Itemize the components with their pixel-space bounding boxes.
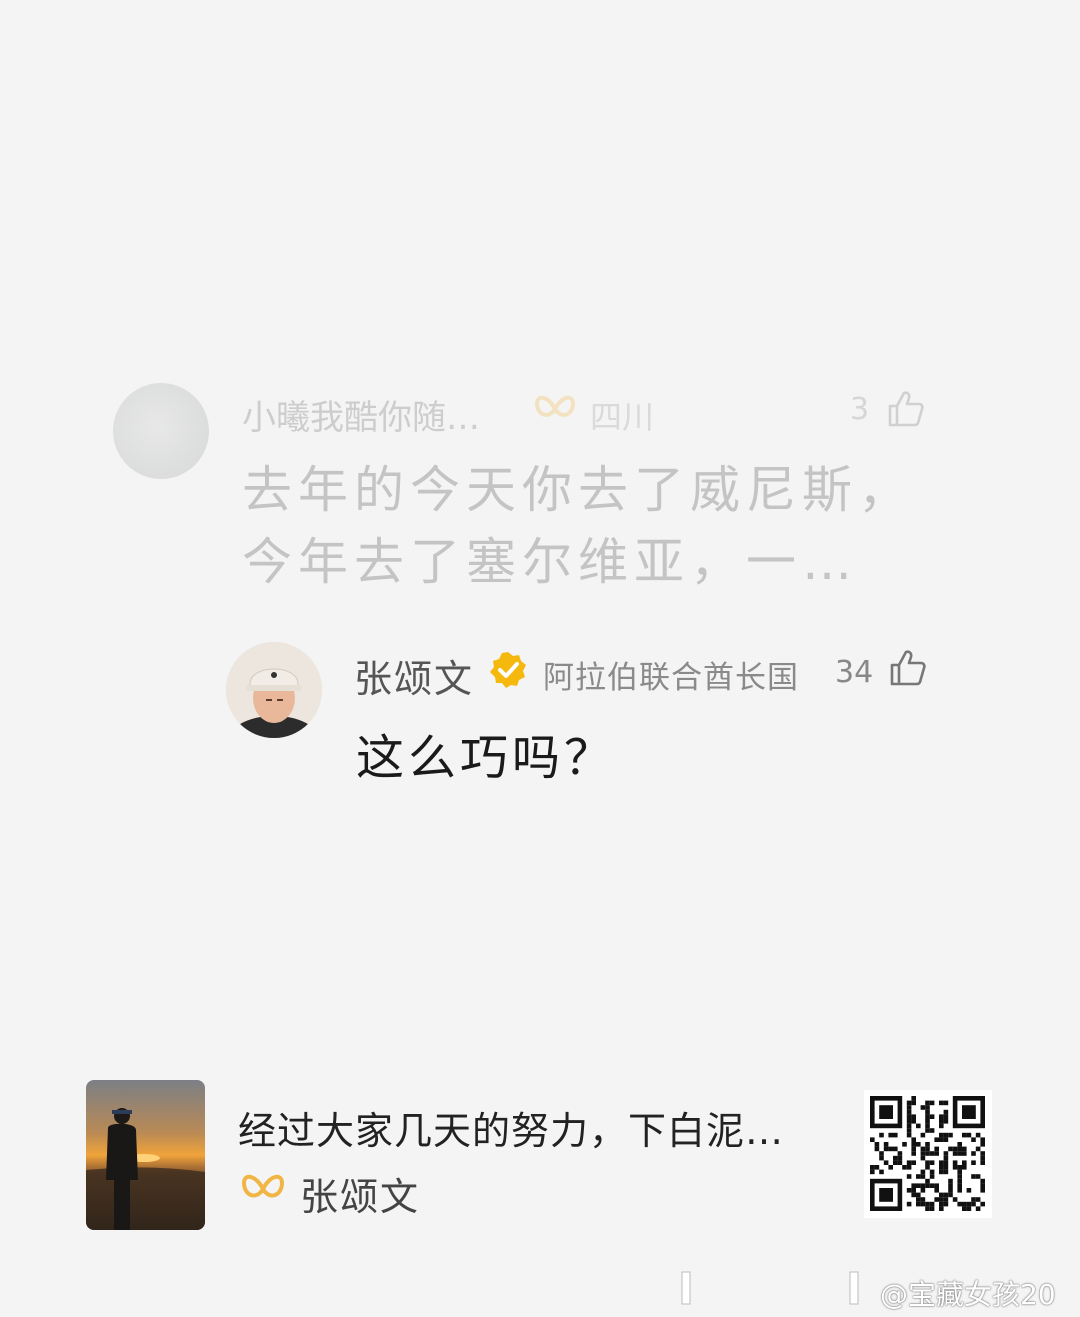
- comment-text: 去年的今天你去了威尼斯，今年去了塞尔维亚，一…: [242, 461, 914, 591]
- reply-location: 阿拉伯联合酋长国: [543, 660, 799, 696]
- avatar[interactable]: [226, 642, 322, 738]
- like-count: 3: [850, 392, 870, 427]
- parent-comment[interactable]: 小曦我酷你随… 四川 3 去年的今天你去了威尼斯，今年去了塞尔维亚，一…: [0, 370, 1080, 600]
- divider-bars: [681, 1271, 859, 1305]
- post-thumbnail[interactable]: [86, 1080, 205, 1230]
- verified-badge-icon: [490, 652, 526, 688]
- qr-code-icon[interactable]: [864, 1090, 992, 1218]
- reply-text: 这么巧吗？: [356, 730, 617, 786]
- avatar[interactable]: [113, 383, 209, 479]
- comment-location: 四川: [590, 398, 655, 436]
- qr-code: [870, 1096, 985, 1211]
- vip-butterfly-icon: [534, 395, 576, 417]
- post-author[interactable]: 张颂文: [300, 1166, 420, 1221]
- comment-username[interactable]: 小曦我酷你随…: [242, 390, 480, 439]
- thumb-up-icon[interactable]: [888, 649, 928, 687]
- thumb-up-icon[interactable]: [886, 390, 926, 428]
- vip-butterfly-icon: [241, 1174, 285, 1198]
- post-title[interactable]: 经过大家几天的努力，下白泥…: [238, 1100, 784, 1155]
- like-count: 34: [835, 655, 874, 690]
- sunset-photo: [86, 1080, 205, 1230]
- reply-username[interactable]: 张颂文: [354, 648, 474, 703]
- watermark: @宝藏女孩20: [880, 1278, 1056, 1311]
- avatar-image: [226, 642, 322, 738]
